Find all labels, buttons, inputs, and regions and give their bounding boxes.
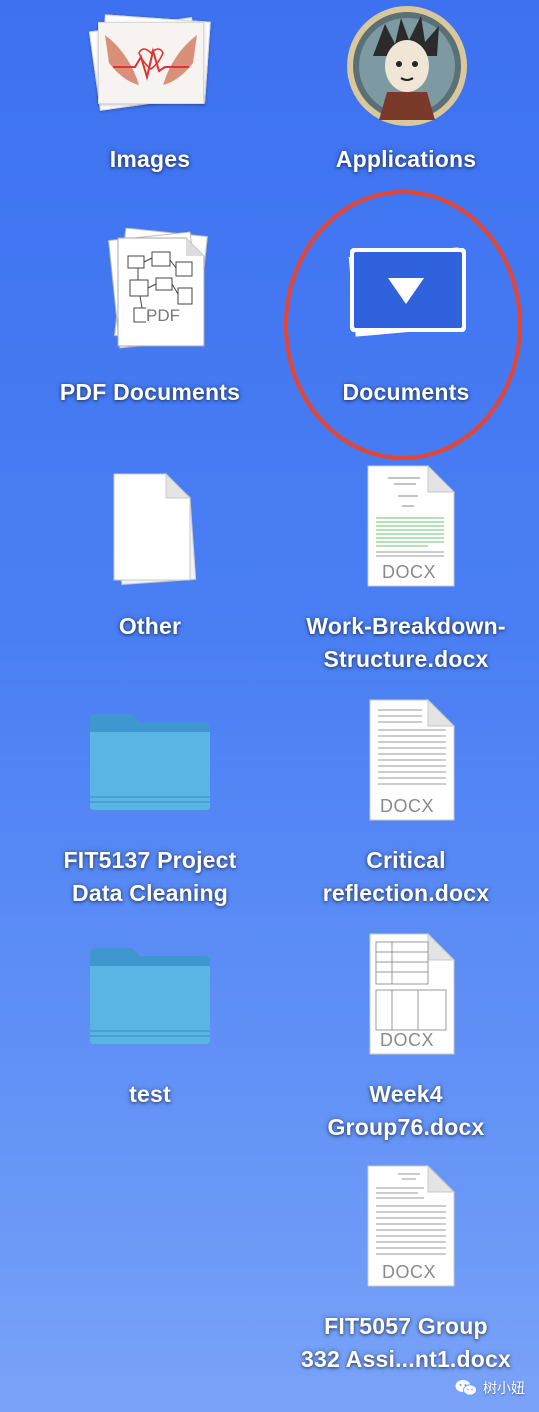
watermark: 树小妞 (455, 1378, 525, 1398)
images-stack[interactable]: Images (20, 8, 280, 176)
other-label: Other (118, 613, 182, 639)
other-stack[interactable]: Other (20, 462, 280, 643)
docx-badge: DOCX (380, 1030, 435, 1050)
fit5057-label: FIT5057 Group 332 Assi...nt1.docx (276, 1310, 536, 1376)
label-line-1: Work-Breakdown- (306, 613, 506, 639)
docx-badge: DOCX (380, 796, 435, 816)
docx-document-icon: DOCX (358, 1162, 458, 1288)
week4-label: Week4 Group76.docx (276, 1078, 536, 1144)
label-line-2: Structure.docx (323, 646, 489, 672)
fit5137-label: FIT5137 Project Data Cleaning (20, 844, 280, 910)
applications-label: Applications (335, 146, 477, 172)
test-folder[interactable]: test (20, 930, 280, 1111)
stack-grid: Images Applications PDF PDF Documents Do… (0, 0, 539, 1412)
label-line-2: Group76.docx (327, 1114, 485, 1140)
app-avatar-icon (345, 4, 469, 133)
blank-document-icon (102, 468, 202, 593)
label-line-1: FIT5137 Project (63, 847, 237, 873)
label-line-1: Critical (366, 847, 446, 873)
pdf-documents-stack[interactable]: PDF PDF Documents (20, 227, 280, 409)
images-label: Images (109, 146, 191, 172)
critical-reflection-label: Critical reflection.docx (276, 844, 536, 910)
week4-file[interactable]: DOCX Week4 Group76.docx (276, 930, 536, 1144)
work-breakdown-file[interactable]: DOCX Work-Breakdown- Structure.docx (276, 462, 536, 676)
docx-document-icon: DOCX (360, 930, 460, 1056)
pdf-documents-label: PDF Documents (59, 379, 241, 405)
docx-badge: DOCX (382, 1262, 437, 1282)
applications-stack[interactable]: Applications (276, 6, 536, 176)
label-line-1: FIT5057 Group (324, 1313, 488, 1339)
folder-icon (88, 944, 212, 1044)
label-line-2: 332 Assi...nt1.docx (300, 1346, 512, 1372)
label-line-2: reflection.docx (322, 880, 490, 906)
documents-label: Documents (342, 379, 470, 405)
documents-stack-icon (340, 240, 470, 345)
folder-icon (88, 710, 212, 810)
pdf-stack-icon: PDF (108, 227, 218, 355)
docx-document-icon: DOCX (360, 696, 460, 822)
test-label: test (129, 1081, 171, 1107)
label-line-1: Week4 (369, 1081, 443, 1107)
documents-stack[interactable]: Documents (276, 228, 536, 409)
docx-document-icon: DOCX (358, 462, 458, 588)
critical-reflection-file[interactable]: DOCX Critical reflection.docx (276, 696, 536, 910)
wechat-icon (455, 1380, 477, 1396)
fit5057-file[interactable]: DOCX FIT5057 Group 332 Assi...nt1.docx (276, 1162, 536, 1376)
label-line-2: Data Cleaning (72, 880, 228, 906)
watermark-text: 树小妞 (483, 1380, 525, 1396)
fit5137-folder[interactable]: FIT5137 Project Data Cleaning (20, 696, 280, 910)
pdf-badge: PDF (146, 306, 180, 326)
docx-badge: DOCX (382, 562, 437, 582)
work-breakdown-label: Work-Breakdown- Structure.docx (276, 610, 536, 676)
